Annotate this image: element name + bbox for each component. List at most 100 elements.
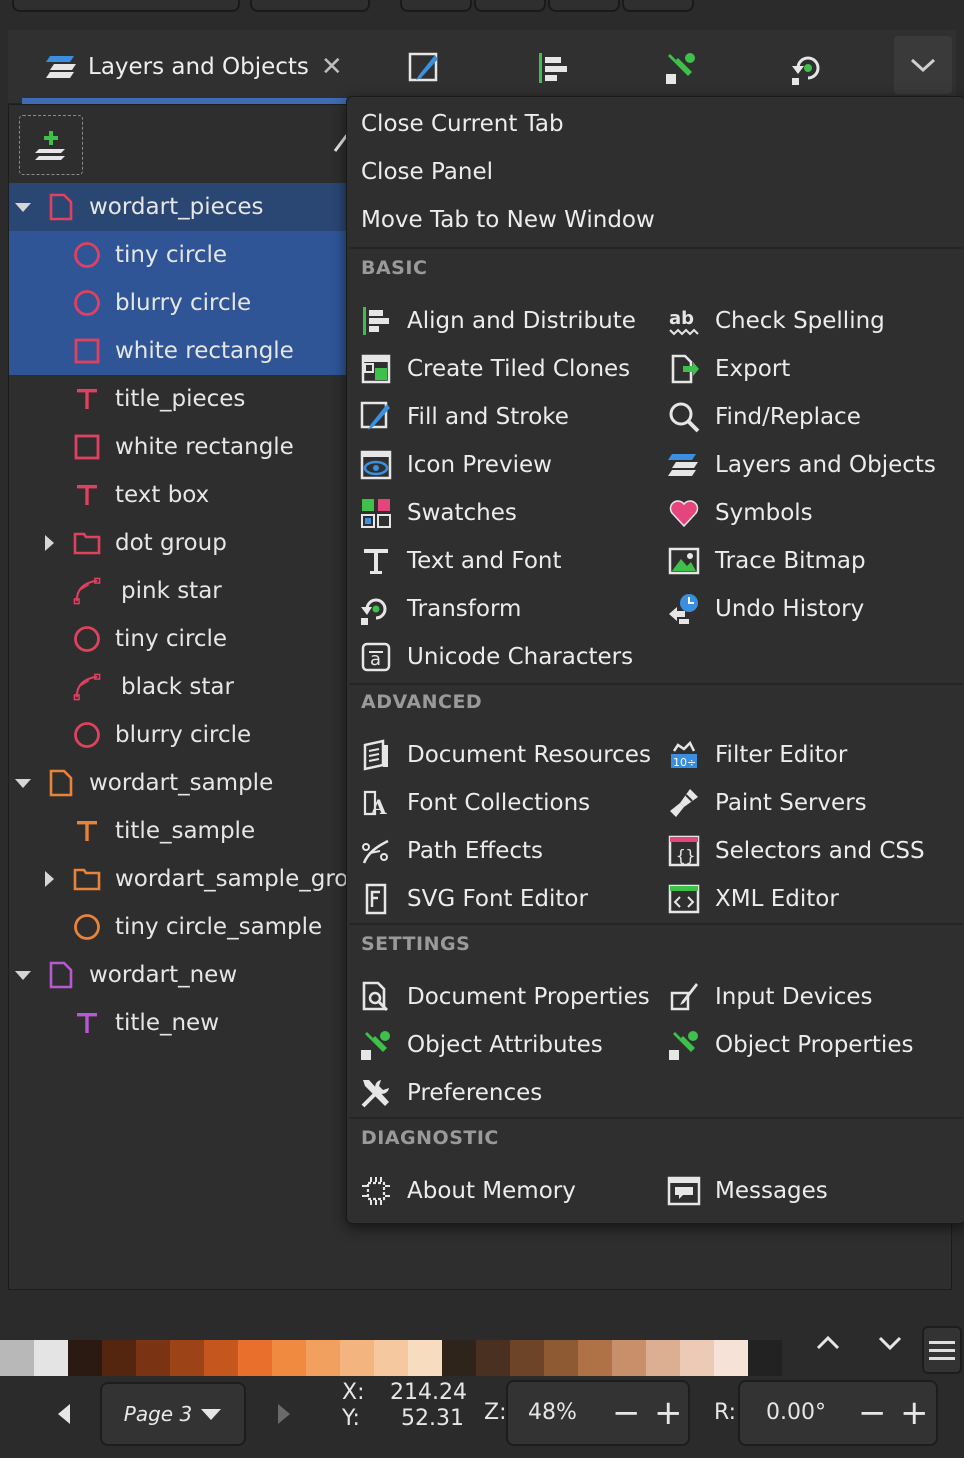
menu-item-create-tiled-clones[interactable]: Create Tiled Clones <box>359 345 630 393</box>
palette-swatch[interactable] <box>578 1340 612 1376</box>
layer-row[interactable]: wordart_sample <box>9 759 349 807</box>
palette-swatch[interactable] <box>476 1340 510 1376</box>
palette-swatch[interactable] <box>68 1340 102 1376</box>
tab-layers-and-objects[interactable]: Layers and Objects ✕ <box>22 30 350 104</box>
menu-item-filter-editor[interactable]: 10÷ Filter Editor <box>667 731 847 779</box>
tab-fill-and-stroke[interactable] <box>404 48 444 88</box>
menu-item-fill-and-stroke[interactable]: Fill and Stroke <box>359 393 569 441</box>
object-row[interactable]: text box <box>9 471 349 519</box>
menu-item-trace-bitmap[interactable]: Trace Bitmap <box>667 537 866 585</box>
menu-item-path-effects[interactable]: Path Effects <box>359 827 543 875</box>
menu-item-selectors-and-css[interactable]: {} Selectors and CSS <box>667 827 925 875</box>
menu-item-align-and-distribute[interactable]: Align and Distribute <box>359 297 636 345</box>
object-row[interactable]: wordart_sample_group <box>9 855 349 903</box>
expand-triangle-icon[interactable] <box>13 773 33 793</box>
menu-item-font-collections[interactable]: A Font Collections <box>359 779 590 827</box>
object-row[interactable]: black star <box>9 663 349 711</box>
collapse-triangle-icon[interactable] <box>39 869 59 889</box>
menu-item-svg-font-editor[interactable]: SVG Font Editor <box>359 875 588 923</box>
object-row[interactable]: tiny circle_sample <box>9 903 349 951</box>
menu-item-object-properties[interactable]: Object Properties <box>667 1021 913 1069</box>
expand-triangle-icon[interactable] <box>13 197 33 217</box>
toolbar-button[interactable] <box>622 0 694 12</box>
palette-menu-button[interactable] <box>922 1326 962 1374</box>
zoom-out-button[interactable]: − <box>612 1396 641 1430</box>
palette-swatch[interactable] <box>612 1340 646 1376</box>
palette-swatch[interactable] <box>0 1340 34 1376</box>
add-layer-button[interactable] <box>19 115 83 175</box>
object-row[interactable]: white rectangle <box>9 423 349 471</box>
object-row[interactable]: title_sample <box>9 807 349 855</box>
menu-item-preferences[interactable]: Preferences <box>359 1069 542 1117</box>
menu-move-tab-to-new-window[interactable]: Move Tab to New Window <box>361 207 655 233</box>
palette-swatch[interactable] <box>680 1340 714 1376</box>
object-row[interactable]: title_new <box>9 999 349 1047</box>
palette-swatch[interactable] <box>646 1340 680 1376</box>
object-row[interactable]: title_pieces <box>9 375 349 423</box>
toolbar-field[interactable] <box>250 0 370 12</box>
object-row[interactable]: pink star <box>9 567 349 615</box>
zoom-field[interactable]: 48% − + <box>506 1380 690 1446</box>
menu-item-about-memory[interactable]: About Memory <box>359 1167 576 1215</box>
menu-item-check-spelling[interactable]: ab Check Spelling <box>667 297 885 345</box>
menu-item-layers-and-objects[interactable]: Layers and Objects <box>667 441 936 489</box>
previous-page-icon[interactable] <box>54 1402 74 1426</box>
menu-item-object-attributes[interactable]: Object Attributes <box>359 1021 603 1069</box>
menu-item-xml-editor[interactable]: XML Editor <box>667 875 839 923</box>
expand-triangle-icon[interactable] <box>13 965 33 985</box>
palette-swatch[interactable] <box>442 1340 476 1376</box>
tab-align-and-distribute[interactable] <box>532 48 572 88</box>
palette-swatch[interactable] <box>374 1340 408 1376</box>
tab-object-properties[interactable] <box>660 48 700 88</box>
palette-swatch[interactable] <box>136 1340 170 1376</box>
palette-swatch[interactable] <box>34 1340 68 1376</box>
menu-item-input-devices[interactable]: Input Devices <box>667 973 873 1021</box>
menu-item-find-replace[interactable]: Find/Replace <box>667 393 861 441</box>
object-row[interactable]: blurry circle <box>9 279 349 327</box>
palette-swatch[interactable] <box>170 1340 204 1376</box>
next-page-icon[interactable] <box>274 1402 294 1426</box>
menu-close-current-tab[interactable]: Close Current Tab <box>361 111 564 137</box>
menu-item-icon-preview[interactable]: Icon Preview <box>359 441 552 489</box>
palette-swatch[interactable] <box>408 1340 442 1376</box>
rotate-ccw-button[interactable]: − <box>858 1396 887 1430</box>
menu-item-document-resources[interactable]: Document Resources <box>359 731 651 779</box>
menu-item-text-and-font[interactable]: Text and Font <box>359 537 562 585</box>
object-row[interactable]: dot group <box>9 519 349 567</box>
palette-swatch[interactable] <box>102 1340 136 1376</box>
palette-scroll-up-button[interactable] <box>808 1328 848 1358</box>
palette-swatch[interactable] <box>748 1340 782 1376</box>
zoom-in-button[interactable]: + <box>654 1396 683 1430</box>
menu-item-transform[interactable]: Transform <box>359 585 521 633</box>
palette-swatch[interactable] <box>340 1340 374 1376</box>
palette-swatch[interactable] <box>204 1340 238 1376</box>
toolbar-button[interactable] <box>474 0 546 12</box>
object-row[interactable]: white rectangle <box>9 327 349 375</box>
toolbar-field[interactable] <box>12 0 240 12</box>
palette-scroll-down-button[interactable] <box>870 1328 910 1358</box>
menu-item-swatches[interactable]: Swatches <box>359 489 517 537</box>
object-row[interactable]: tiny circle <box>9 231 349 279</box>
toolbar-button[interactable] <box>400 0 472 12</box>
menu-item-unicode-characters[interactable]: a Unicode Characters <box>359 633 633 681</box>
layer-row[interactable]: wordart_new <box>9 951 349 999</box>
menu-item-symbols[interactable]: Symbols <box>667 489 813 537</box>
close-tab-icon[interactable]: ✕ <box>321 54 343 80</box>
collapse-triangle-icon[interactable] <box>39 533 59 553</box>
toolbar-button[interactable] <box>548 0 620 12</box>
menu-close-panel[interactable]: Close Panel <box>361 159 493 185</box>
palette-swatch[interactable] <box>544 1340 578 1376</box>
rotation-field[interactable]: 0.00° − + <box>738 1380 938 1446</box>
palette-swatch[interactable] <box>714 1340 748 1376</box>
layer-row[interactable]: wordart_pieces <box>9 183 349 231</box>
page-selector[interactable]: Page 3 <box>100 1382 246 1446</box>
menu-item-messages[interactable]: Messages <box>667 1167 828 1215</box>
menu-item-undo-history[interactable]: Undo History <box>667 585 864 633</box>
palette-swatch[interactable] <box>510 1340 544 1376</box>
menu-item-document-properties[interactable]: Document Properties <box>359 973 650 1021</box>
object-row[interactable]: blurry circle <box>9 711 349 759</box>
palette-swatch[interactable] <box>238 1340 272 1376</box>
object-row[interactable]: tiny circle <box>9 615 349 663</box>
palette-swatch[interactable] <box>272 1340 306 1376</box>
rotate-cw-button[interactable]: + <box>900 1396 929 1430</box>
